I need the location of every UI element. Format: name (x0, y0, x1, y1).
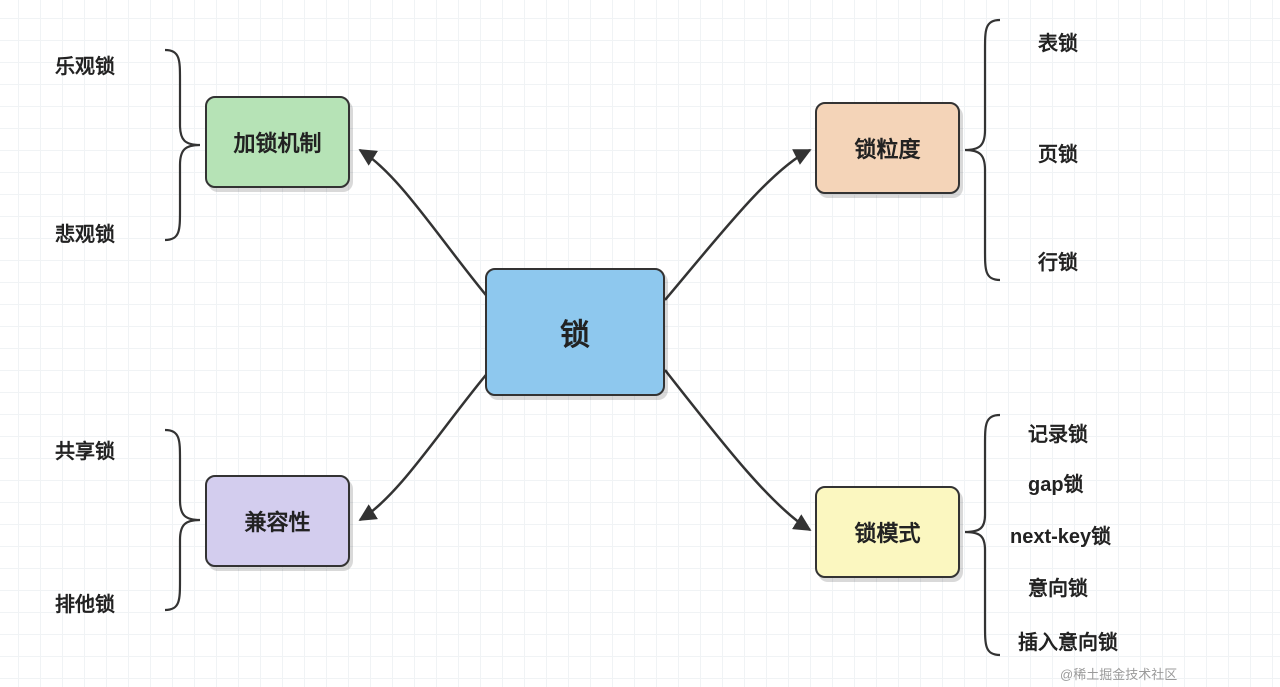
node-mode-label: 锁模式 (854, 516, 920, 548)
edge-center-granularity (665, 150, 810, 300)
node-mode: 锁模式 (815, 486, 960, 578)
leaf-granularity-1: 页锁 (1038, 138, 1078, 167)
leaf-mechanism-1: 悲观锁 (55, 218, 115, 247)
leaf-granularity-0: 表锁 (1038, 27, 1078, 56)
leaf-mode-1: gap锁 (1028, 468, 1084, 497)
leaf-mode-4: 插入意向锁 (1018, 626, 1118, 655)
brace-granularity (965, 20, 1000, 280)
brace-mode (965, 415, 1000, 655)
leaf-mechanism-0: 乐观锁 (55, 50, 115, 79)
node-center: 锁 (485, 268, 665, 396)
node-granularity-label: 锁粒度 (854, 132, 920, 164)
leaf-granularity-2: 行锁 (1038, 246, 1078, 275)
edge-center-mode (665, 370, 810, 530)
node-mechanism-label: 加锁机制 (233, 126, 321, 158)
node-mechanism: 加锁机制 (205, 96, 350, 188)
watermark: @稀土掘金技术社区 (1060, 664, 1177, 683)
edge-center-mechanism (360, 150, 490, 300)
node-compatibility-label: 兼容性 (244, 505, 310, 537)
edge-center-compatibility (360, 370, 490, 520)
node-center-label: 锁 (560, 310, 590, 354)
leaf-mode-0: 记录锁 (1028, 418, 1088, 447)
leaf-compatibility-1: 排他锁 (55, 588, 115, 617)
node-granularity: 锁粒度 (815, 102, 960, 194)
leaf-compatibility-0: 共享锁 (55, 435, 115, 464)
leaf-mode-3: 意向锁 (1028, 572, 1088, 601)
brace-compatibility (165, 430, 200, 610)
leaf-mode-2: next-key锁 (1010, 520, 1111, 549)
node-compatibility: 兼容性 (205, 475, 350, 567)
brace-mechanism (165, 50, 200, 240)
